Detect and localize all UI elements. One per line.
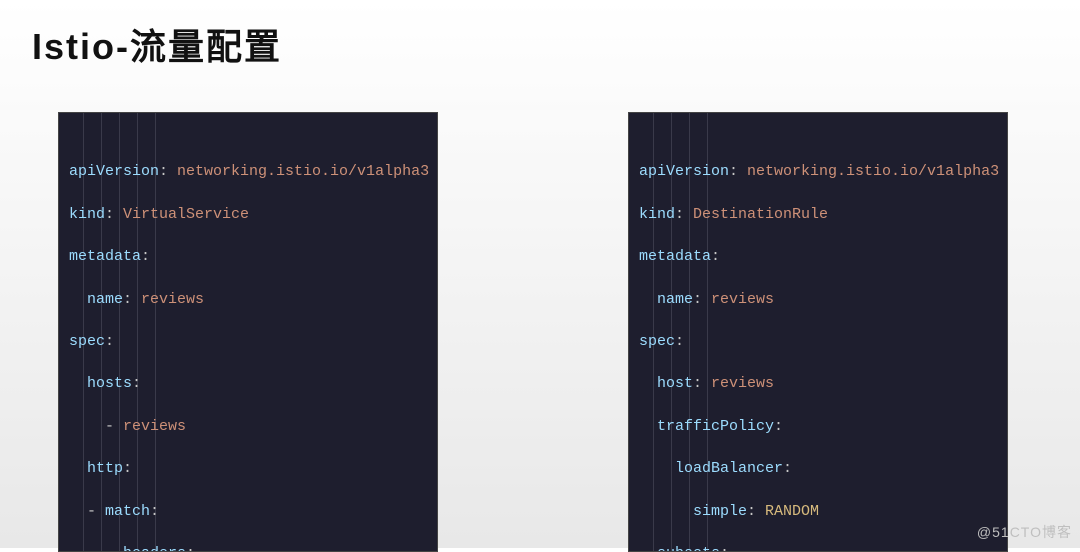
yaml-key: subsets: [657, 545, 720, 552]
yaml-key: simple: [693, 503, 747, 520]
yaml-value: VirtualService: [123, 206, 249, 223]
code-block-virtualservice: apiVersion: networking.istio.io/v1alpha3…: [58, 112, 438, 552]
yaml-key: host: [657, 375, 693, 392]
code-panels: apiVersion: networking.istio.io/v1alpha3…: [0, 70, 1080, 552]
yaml-key: loadBalancer: [675, 460, 783, 477]
yaml-key: metadata: [639, 248, 711, 265]
yaml-value: reviews: [141, 291, 204, 308]
yaml-key: apiVersion: [69, 163, 159, 180]
yaml-key: spec: [69, 333, 105, 350]
yaml-key: name: [87, 291, 123, 308]
code-block-destinationrule: apiVersion: networking.istio.io/v1alpha3…: [628, 112, 1008, 552]
yaml-key: match: [105, 503, 150, 520]
yaml-key: trafficPolicy: [657, 418, 774, 435]
yaml-key: hosts: [87, 375, 132, 392]
yaml-key: kind: [639, 206, 675, 223]
yaml-key: kind: [69, 206, 105, 223]
yaml-key: headers: [123, 545, 186, 552]
watermark: @51CTO博客: [977, 522, 1072, 542]
yaml-key: apiVersion: [639, 163, 729, 180]
yaml-value: networking.istio.io/v1alpha3: [747, 163, 999, 180]
yaml-value: reviews: [711, 291, 774, 308]
yaml-value: RANDOM: [765, 503, 819, 520]
yaml-value: reviews: [711, 375, 774, 392]
yaml-key: name: [657, 291, 693, 308]
yaml-value: DestinationRule: [693, 206, 828, 223]
yaml-key: spec: [639, 333, 675, 350]
yaml-key: metadata: [69, 248, 141, 265]
page-title: Istio-流量配置: [0, 0, 1080, 70]
yaml-value: networking.istio.io/v1alpha3: [177, 163, 429, 180]
yaml-value: reviews: [123, 418, 186, 435]
yaml-key: http: [87, 460, 123, 477]
